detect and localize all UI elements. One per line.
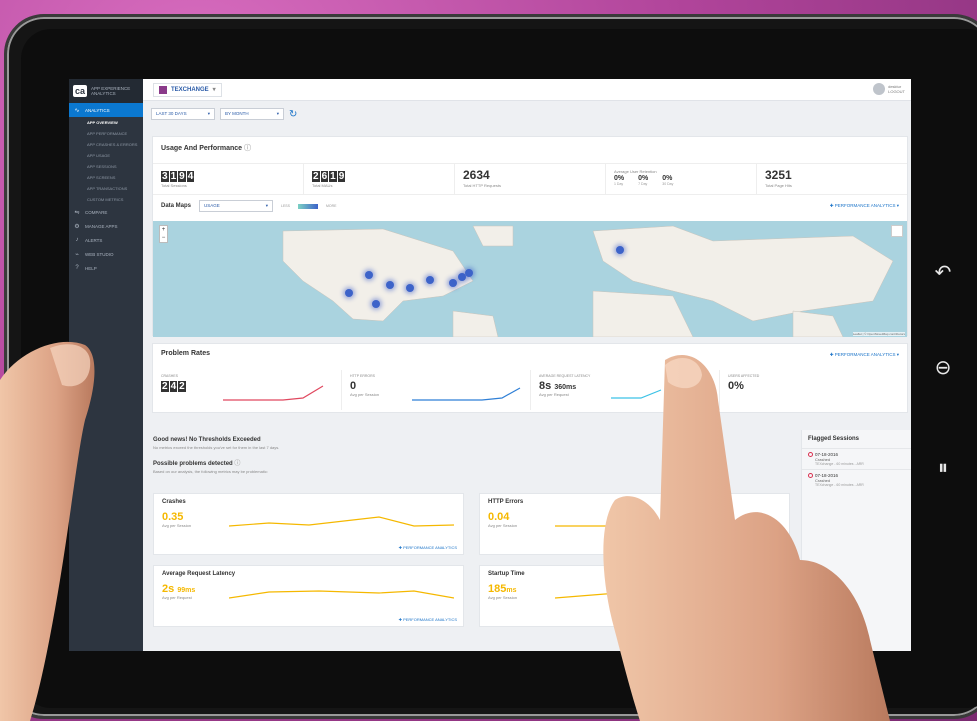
hands-overlay bbox=[0, 341, 890, 721]
left-hand bbox=[0, 341, 95, 721]
right-hand bbox=[603, 354, 890, 721]
